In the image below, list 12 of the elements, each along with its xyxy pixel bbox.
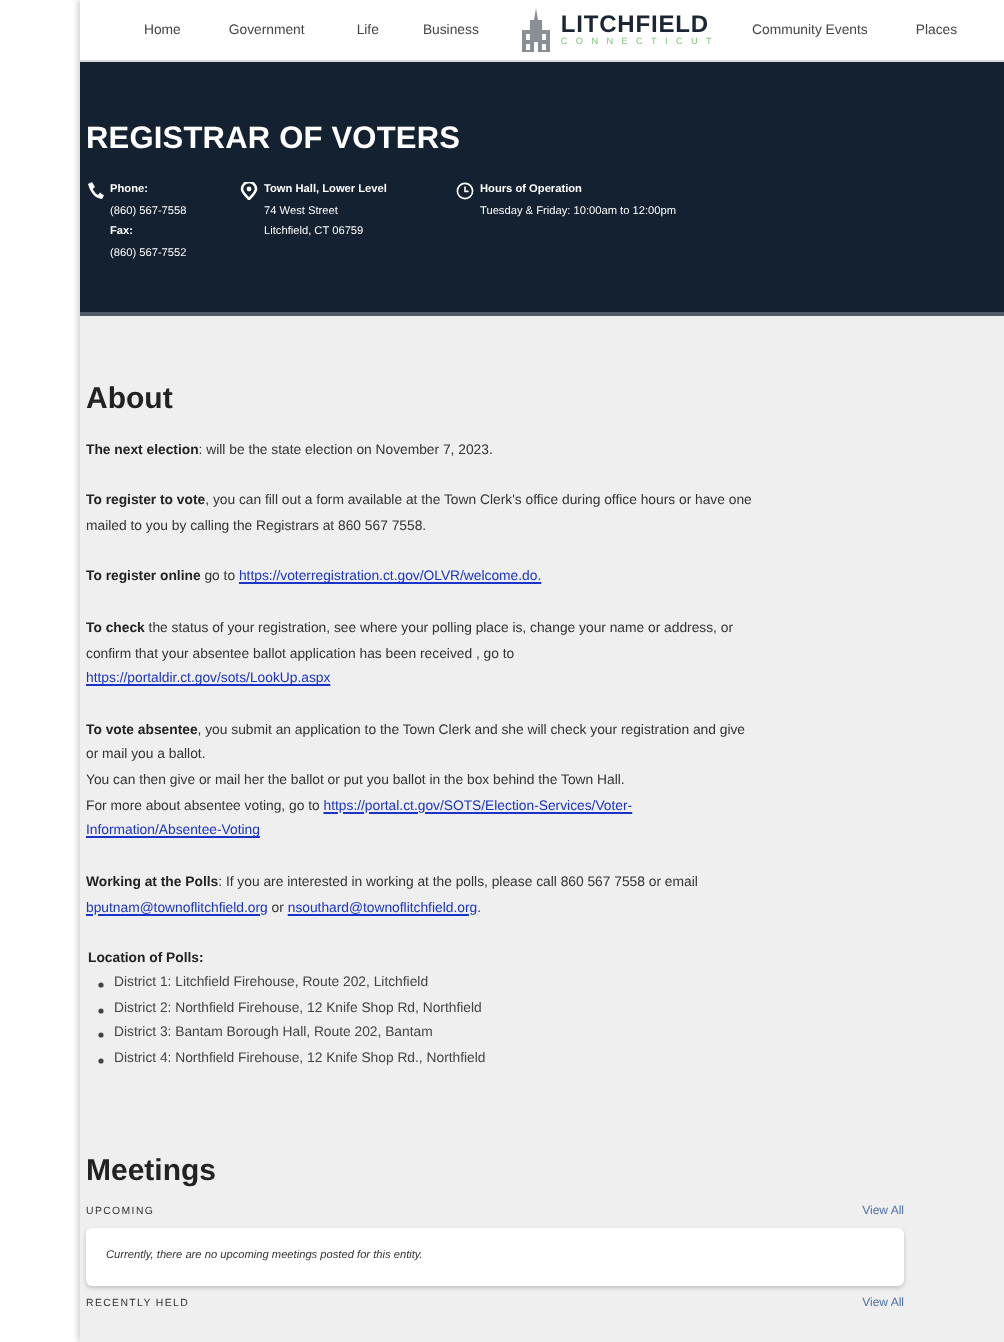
bullet-icon [98,981,104,988]
bullet-icon [98,1007,104,1014]
map-pin-icon [240,182,258,200]
bullet-icon [98,1032,104,1039]
building-icon [518,8,555,52]
logo-title: LITCHFIELD [560,12,709,36]
section-heading: Meetings [86,1153,219,1190]
page-title: REGISTRAR OF VOTERS [86,122,463,158]
bullet-icon [98,1057,104,1064]
clock-icon [456,182,474,200]
section-heading: About [86,382,175,418]
phone-icon [86,182,104,200]
